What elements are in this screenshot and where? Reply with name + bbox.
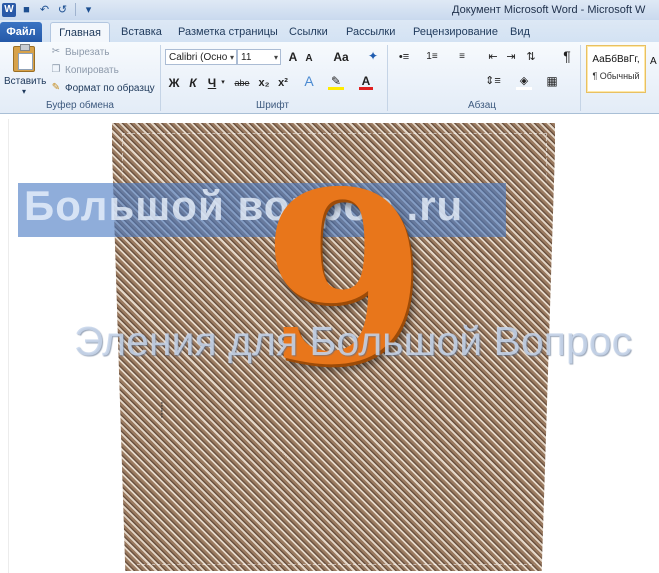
text-effects-icon[interactable]: A [302,73,316,89]
shrink-font-button[interactable]: A [303,51,315,67]
word-icon[interactable]: W [2,2,16,17]
group-divider [580,45,581,111]
tab-home[interactable]: Главная [50,22,110,43]
format-painter-button[interactable]: ✎ Формат по образцу [50,82,155,94]
paragraph-group-label: Абзац [467,100,497,111]
grow-font-button[interactable]: A [286,49,300,65]
shading-icon[interactable]: ◈ [516,73,532,90]
multilevel-list-icon[interactable]: ≡ [452,49,472,65]
tab-mailings[interactable]: Рассылки [346,22,395,42]
font-size-value: 11 [241,52,252,63]
copy-icon: ❐ [51,64,61,75]
scissors-icon: ✂ [51,46,61,57]
sort-icon[interactable]: ⇅ [524,49,538,65]
cut-button[interactable]: ✂ Вырезать [50,46,110,58]
paste-button[interactable]: Вставить ▾ [4,44,47,96]
tab-insert[interactable]: Вставка [121,22,162,42]
superscript-button[interactable]: x² [275,75,291,91]
font-group-label: Шрифт [256,100,289,111]
underline-button[interactable]: Ч [206,75,218,91]
copy-label: Копировать [65,64,119,76]
tab-file[interactable]: Файл [0,22,42,42]
undo-icon[interactable]: ↶ [37,2,52,17]
style-name: ¶ Обычный [592,71,640,81]
font-size-combo[interactable]: 11 ▾ [237,49,281,65]
tab-page-layout[interactable]: Разметка страницы [178,22,278,42]
toolbar-divider [75,3,76,16]
cut-label: Вырезать [65,46,110,58]
show-formatting-button[interactable]: ¶ [560,48,574,64]
strikethrough-button[interactable]: abe [232,75,252,91]
clipboard-icon [13,44,35,72]
bullets-icon[interactable]: •≡ [394,49,414,65]
tab-review[interactable]: Рецензирование [413,22,498,42]
line-spacing-icon[interactable]: ⇕≡ [484,73,502,89]
style-normal[interactable]: АаБбВвГг, ¶ Обычный [586,45,646,93]
clear-formatting-icon[interactable]: ✦ [366,48,380,64]
brush-icon: ✎ [51,82,61,93]
font-name-combo[interactable]: Calibri (Осно ▾ [165,49,237,65]
redo-icon[interactable]: ↺ [55,2,70,17]
title-bar: W ■ ↶ ↺ ▾ Документ Microsoft Word - Micr… [0,0,659,21]
bold-button[interactable]: Ж [168,75,180,91]
clipboard-group-label: Буфер обмена [46,100,114,111]
save-icon[interactable]: ■ [19,2,34,17]
numbering-icon[interactable]: 1≡ [422,49,442,65]
decrease-indent-icon[interactable]: ⇤ [486,49,500,65]
style-preview: АаБбВвГг, [592,54,640,65]
tab-references[interactable]: Ссылки [289,22,328,42]
font-color-icon[interactable]: A [359,73,373,90]
style-next-preview[interactable]: А [650,56,657,67]
customize-toolbar-icon[interactable]: ▾ [81,2,96,17]
font-name-value: Calibri (Осно [169,52,228,63]
paste-label: Вставить [4,76,47,87]
ribbon: Вставить ▾ ✂ Вырезать ❐ Копировать ✎ Фор… [0,42,659,131]
window-title: Документ Microsoft Word - Microsoft W [452,4,646,16]
quick-access-toolbar: W ■ ↶ ↺ ▾ [2,2,96,17]
subscript-button[interactable]: x₂ [256,75,272,91]
tab-view[interactable]: Вид [510,22,530,42]
text-cursor-icon: ⁝ ⁝ [160,399,164,421]
format-painter-label: Формат по образцу [65,82,155,94]
highlight-color-icon[interactable]: ✎ [328,73,344,90]
change-case-button[interactable]: Aa [332,49,350,65]
chevron-down-icon: ▾ [229,53,234,62]
page-edge [0,119,9,573]
chevron-down-icon: ▾ [21,87,26,96]
chevron-down-icon[interactable]: ▾ [219,75,227,91]
italic-button[interactable]: К [187,75,199,91]
increase-indent-icon[interactable]: ⇥ [504,49,518,65]
copy-button[interactable]: ❐ Копировать [50,64,119,76]
chevron-down-icon: ▾ [273,53,278,62]
author-watermark-text: Эления для Большой Вопрос [74,318,632,364]
borders-icon[interactable]: ▦ [544,73,560,89]
ribbon-tabs: Файл Главная Вставка Разметка страницы С… [0,20,659,43]
